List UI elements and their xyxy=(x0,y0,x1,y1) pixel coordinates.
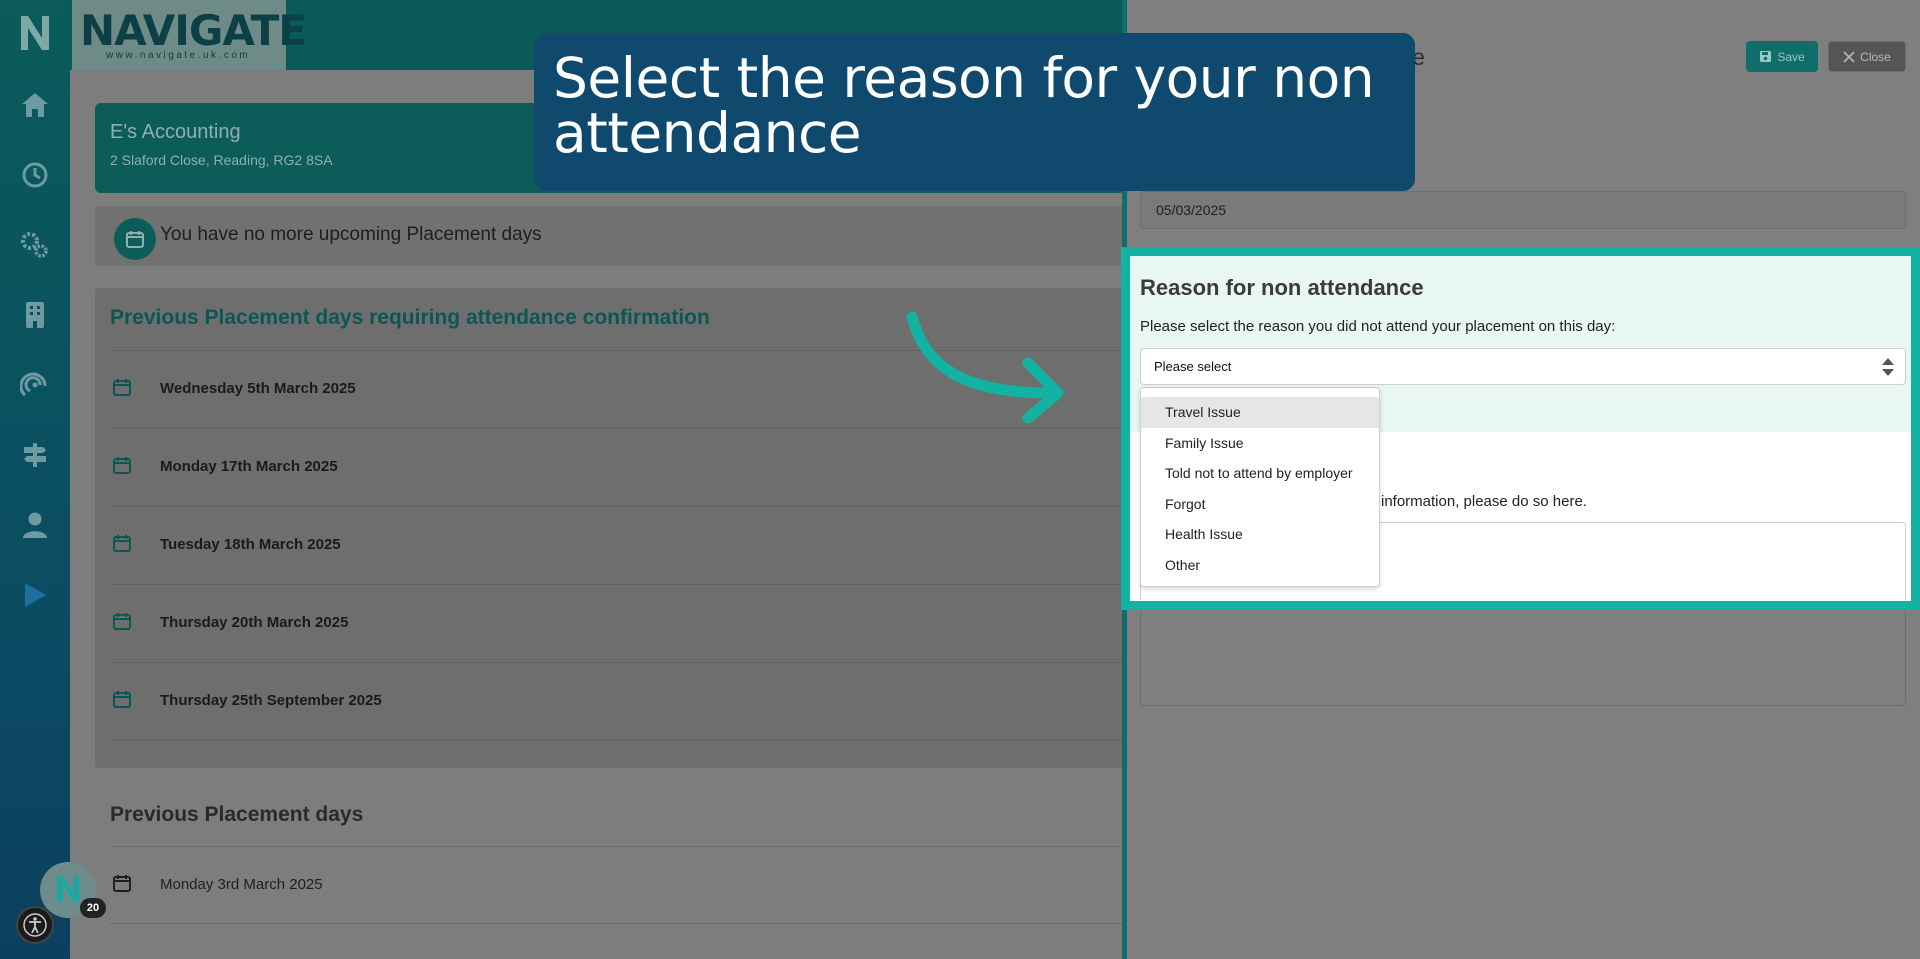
calendar-icon xyxy=(114,218,156,260)
close-button[interactable]: Close xyxy=(1828,41,1906,72)
calendar-icon xyxy=(113,535,131,552)
play-icon[interactable] xyxy=(18,578,52,612)
list-item[interactable]: Thursday 20th March 2025 xyxy=(110,584,1125,662)
date-field[interactable]: 05/03/2025 xyxy=(1140,191,1906,229)
home-icon[interactable] xyxy=(18,88,52,122)
option-forgot[interactable]: Forgot xyxy=(1141,489,1379,520)
calendar-icon xyxy=(113,691,131,708)
day-label: Monday 17th March 2025 xyxy=(160,458,338,475)
calendar-icon xyxy=(113,457,131,474)
company-address: 2 Slaford Close, Reading, RG2 8SA xyxy=(110,152,333,168)
clock-icon[interactable] xyxy=(18,158,52,192)
upcoming-text: You have no more upcoming Placement days xyxy=(160,224,542,245)
list-item[interactable]: Monday 3rd March 2025 xyxy=(110,846,1125,924)
logo-url: www.navigate.uk.com xyxy=(106,50,251,61)
logo-text: NAVIGATE xyxy=(80,6,307,55)
notification-badge: 20 xyxy=(80,898,106,918)
option-travel-issue[interactable]: Travel Issue xyxy=(1141,397,1379,428)
reason-select[interactable]: Please select xyxy=(1140,348,1906,385)
reason-dropdown: Travel Issue Family Issue Told not to at… xyxy=(1140,387,1380,587)
pointer-arrow-icon xyxy=(906,311,1064,424)
select-value: Please select xyxy=(1154,359,1232,374)
day-label: Monday 3rd March 2025 xyxy=(160,876,323,893)
save-label: Save xyxy=(1777,49,1805,64)
callout-text: Select the reason for your non attendanc… xyxy=(553,46,1375,165)
sidebar xyxy=(0,0,70,959)
close-label: Close xyxy=(1860,49,1891,64)
upcoming-notice: You have no more upcoming Placement days xyxy=(95,206,1125,266)
headset-icon[interactable] xyxy=(18,368,52,402)
calendar-icon xyxy=(113,379,131,396)
calendar-icon xyxy=(113,613,131,630)
reason-description: Please select the reason you did not att… xyxy=(1140,318,1616,335)
n-logo-icon[interactable] xyxy=(18,12,52,52)
option-family-issue[interactable]: Family Issue xyxy=(1141,428,1379,459)
company-name: E's Accounting xyxy=(110,121,241,143)
option-health-issue[interactable]: Health Issue xyxy=(1141,519,1379,550)
list-item[interactable]: Monday 17th March 2025 xyxy=(110,428,1125,506)
day-label: Thursday 25th September 2025 xyxy=(160,692,382,709)
list-item[interactable]: Tuesday 18th March 2025 xyxy=(110,506,1125,584)
day-label: Wednesday 5th March 2025 xyxy=(160,380,356,397)
select-arrows-icon xyxy=(1882,358,1894,376)
reason-title: Reason for non attendance xyxy=(1140,275,1424,300)
close-icon xyxy=(1843,50,1855,63)
save-icon xyxy=(1760,51,1772,62)
building-icon[interactable] xyxy=(18,298,52,332)
signpost-icon[interactable] xyxy=(18,438,52,472)
option-told-not-to-attend[interactable]: Told not to attend by employer xyxy=(1141,458,1379,489)
user-icon[interactable] xyxy=(18,508,52,542)
save-button[interactable]: Save xyxy=(1746,41,1818,72)
list-item[interactable]: Thursday 25th September 2025 xyxy=(110,662,1125,740)
day-label: Tuesday 18th March 2025 xyxy=(160,536,341,553)
section-title: Previous Placement days requiring attend… xyxy=(110,306,710,329)
textarea-lower[interactable] xyxy=(1140,610,1906,706)
section-title: Previous Placement days xyxy=(110,803,364,826)
accessibility-icon[interactable] xyxy=(16,906,54,944)
cogs-icon[interactable] xyxy=(18,228,52,262)
option-other[interactable]: Other xyxy=(1141,550,1379,581)
additional-info-description: information, please do so here. xyxy=(1381,493,1587,510)
day-label: Thursday 20th March 2025 xyxy=(160,614,349,631)
calendar-icon xyxy=(113,875,131,892)
